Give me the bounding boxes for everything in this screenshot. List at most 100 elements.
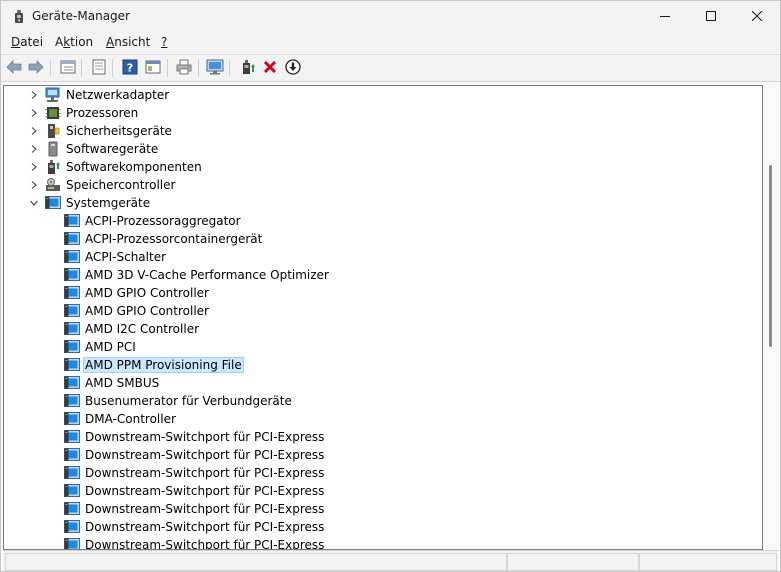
properties-list-icon [60,59,76,78]
tree-category-softwarekomponenten[interactable]: Softwarekomponenten [26,158,204,176]
system-device-icon [64,375,80,391]
tree-device-item[interactable]: Downstream-Switchport für PCI-Express [64,464,326,482]
tree-category-softwaregeraete[interactable]: Softwaregeräte [26,140,160,158]
disable-device-button[interactable] [284,58,302,77]
toolbar-separator [167,59,168,77]
software-device-icon [45,141,61,157]
tree-category-speichercontroller[interactable]: Speichercontroller [26,176,177,194]
tree-device-item[interactable]: Downstream-Switchport für PCI-Express [64,446,326,464]
chevron-down-icon[interactable] [26,195,42,211]
tree-item-label: Downstream-Switchport für PCI-Express [85,484,325,498]
tree-device-item[interactable]: Downstream-Switchport für PCI-Express [64,518,326,536]
tree-category-sicherheitsgeraete[interactable]: Sicherheitsgeräte [26,122,174,140]
system-device-icon [64,339,80,355]
system-device-icon [64,231,80,247]
chevron-right-icon[interactable] [26,177,42,193]
help-icon: ? [122,59,138,78]
status-cell [5,553,507,571]
tree-item-label: ACPI-Schalter [85,250,167,264]
tree-item-label: AMD GPIO Controller [85,286,209,300]
tree-item-label: Downstream-Switchport für PCI-Express [85,466,325,480]
menu-ansicht[interactable]: Ansicht [106,35,150,49]
tree-device-item[interactable]: Downstream-Switchport für PCI-Express [64,482,326,500]
title-bar[interactable]: Geräte-Manager [1,1,780,31]
minimize-button[interactable] [642,1,688,31]
tree-item-label: Downstream-Switchport für PCI-Express [85,538,325,550]
system-device-icon [64,321,80,337]
tree-device-item[interactable]: ACPI-Prozessoraggregator [64,212,243,230]
tree-device-item[interactable]: Downstream-Switchport für PCI-Express [64,428,326,446]
toolbar-separator [198,59,199,77]
system-device-icon [64,357,80,373]
chevron-right-icon[interactable] [26,87,42,103]
system-device-icon [64,411,80,427]
tree-device-item[interactable]: AMD 3D V-Cache Performance Optimizer [64,266,331,284]
toolbar-separator [112,59,113,77]
scan-hardware-button[interactable] [206,59,224,77]
update-driver-icon [240,59,256,78]
tree-device-item[interactable]: ACPI-Prozessorcontainergerät [64,230,264,248]
tree-item-label: Downstream-Switchport für PCI-Express [85,520,325,534]
tree-device-item[interactable]: Busenumerator für Verbundgeräte [64,392,294,410]
properties-list-button[interactable] [59,59,77,77]
menu-aktion[interactable]: Aktion [55,35,93,49]
tree-category-prozessoren[interactable]: Prozessoren [26,104,140,122]
chevron-right-icon[interactable] [26,105,42,121]
tree-device-item[interactable]: AMD PPM Provisioning File [64,356,244,374]
status-cell [639,553,777,571]
network-adapter-icon [45,87,61,103]
chevron-right-icon[interactable] [26,141,42,157]
tree-item-label: Speichercontroller [66,178,176,192]
tree-item-label: AMD GPIO Controller [85,304,209,318]
chevron-right-icon[interactable] [26,159,42,175]
tree-category-netzwerkadapter[interactable]: Netzwerkadapter [26,86,171,104]
tree-item-label: AMD SMBUS [85,376,160,390]
close-button[interactable] [734,1,780,31]
menu-datei[interactable]: Datei [11,35,43,49]
properties-button[interactable] [90,59,108,77]
system-device-icon [45,195,61,211]
menu-help[interactable]: ? [161,35,167,49]
scrollbar-thumb[interactable] [769,165,772,347]
toolbar-separator [50,59,51,77]
processor-icon [45,105,61,121]
chevron-right-icon[interactable] [26,123,42,139]
tree-device-item[interactable]: AMD PCI [64,338,138,356]
tree-device-item[interactable]: AMD GPIO Controller [64,284,211,302]
minimize-icon [660,11,670,21]
system-device-icon [64,483,80,499]
tree-device-item[interactable]: ACPI-Schalter [64,248,168,266]
toolbar-separator [229,59,230,77]
tree-device-item[interactable]: AMD I2C Controller [64,320,201,338]
view-details-button[interactable] [144,59,162,77]
maximize-button[interactable] [688,1,734,31]
update-driver-button[interactable] [239,59,257,77]
help-button[interactable]: ? [121,59,139,77]
status-bar [3,550,778,571]
tree-item-label: AMD 3D V-Cache Performance Optimizer [85,268,329,282]
tree-item-label: Busenumerator für Verbundgeräte [85,394,292,408]
tree-item-label: AMD PPM Provisioning File [83,357,244,373]
system-device-icon [64,285,80,301]
tree-device-item[interactable]: Downstream-Switchport für PCI-Express [64,500,326,518]
tree-device-item[interactable]: DMA-Controller [64,410,178,428]
close-icon [752,11,762,21]
back-button[interactable] [5,59,23,77]
vertical-scrollbar[interactable] [763,85,779,548]
system-device-icon [64,249,80,265]
tree-device-item[interactable]: Downstream-Switchport für PCI-Express [64,536,326,550]
print-button[interactable] [175,59,193,77]
tree-item-label: DMA-Controller [85,412,176,426]
tree-item-label: Sicherheitsgeräte [66,124,172,138]
device-tree[interactable]: Netzwerkadapter Prozessoren Sicherheitsger… [3,85,763,550]
forward-arrow-icon [28,59,44,77]
uninstall-device-button[interactable] [261,59,279,77]
tree-device-item[interactable]: AMD GPIO Controller [64,302,211,320]
tree-category-systemgeraete[interactable]: Systemgeräte [26,194,152,212]
forward-button[interactable] [27,59,45,77]
tree-device-item[interactable]: AMD SMBUS [64,374,161,392]
system-device-icon [64,213,80,229]
tree-item-label: Downstream-Switchport für PCI-Express [85,448,325,462]
back-arrow-icon [6,59,22,77]
tree-item-label: Softwaregeräte [66,142,159,156]
